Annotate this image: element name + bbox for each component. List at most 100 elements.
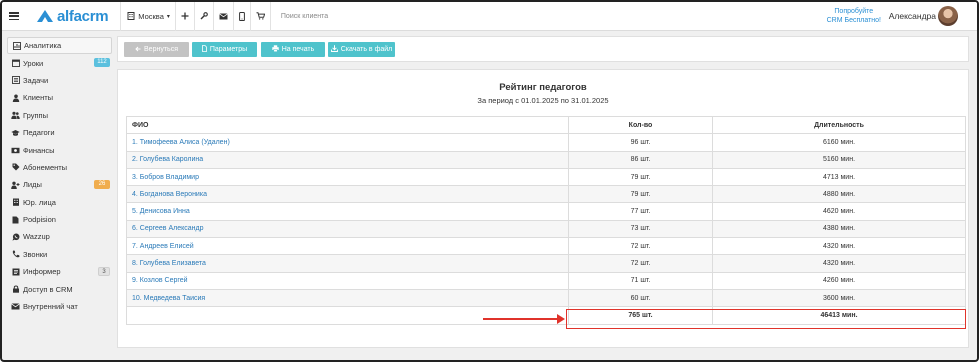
try-line-2: CRM Бесплатно! (826, 17, 881, 24)
teacher-name-link[interactable]: 10. Медведева Таисия (132, 295, 205, 302)
sidebar-item-tasks[interactable]: Задачи (7, 72, 112, 89)
tasks-icon (11, 76, 20, 85)
report-toolbar: Вернуться Параметры На печать Скачать в … (117, 36, 969, 62)
logo-icon (37, 10, 53, 22)
download-file-button[interactable]: Скачать в файл (328, 42, 395, 57)
informer-icon (11, 267, 20, 276)
lesson-count-cell: 72 шт. (568, 237, 713, 256)
try-free-link[interactable]: Попробуйте CRM Бесплатно! (827, 7, 881, 25)
sidebar-item-leads[interactable]: Лиды 26 (7, 176, 112, 193)
teacher-rating-table: ФИО Кол-во Длительность 1. Тимофеева Али… (126, 115, 966, 325)
sidebar-item-wazzup[interactable]: Wazzup (7, 228, 112, 245)
print-button[interactable]: На печать (261, 42, 325, 57)
sidebar-item-label: Podpision (23, 215, 56, 225)
back-button-label: Вернуться (144, 46, 178, 53)
settings-button[interactable] (195, 2, 214, 31)
sidebar-item-label: Группы (23, 110, 48, 120)
sidebar-item-finance[interactable]: Финансы (7, 141, 112, 158)
sidebar-item-label: Звонки (23, 249, 48, 259)
report-period: За период с 01.01.2025 по 31.01.2025 (477, 96, 609, 105)
table-row: 10. Медведева Таисия 60 шт. 3600 мин. (126, 288, 966, 308)
teacher-name-link[interactable]: 7. Андреев Елисей (132, 243, 194, 250)
search-placeholder: Поиск клиента (280, 12, 329, 20)
lesson-count-cell: 79 шт. (568, 185, 713, 204)
client-search-input[interactable]: Поиск клиента (281, 2, 661, 31)
duration-cell: 4713 мин. (712, 167, 966, 187)
duration-cell: 6160 мин. (712, 133, 966, 152)
table-row: 1. Тимофеева Алиса (Удален) 96 шт. 6160 … (126, 133, 966, 152)
sidebar-item-label: Юр. лица (23, 197, 56, 207)
sidebar-item-crm-access[interactable]: Доступ в CRM (7, 280, 112, 297)
sidebar-item-analytics[interactable]: Аналитика (7, 37, 112, 55)
sidebar-item-label: Педагоги (23, 128, 55, 138)
mail-button[interactable] (214, 2, 234, 31)
graduation-cap-icon (11, 128, 20, 137)
user-name[interactable]: Александра (889, 11, 936, 21)
duration-cell: 4320 мин. (712, 237, 966, 256)
sidebar-item-label: Wazzup (23, 232, 50, 242)
column-header-count[interactable]: Кол-во (568, 115, 713, 135)
file-icon (11, 215, 20, 224)
teacher-name-link[interactable]: 1. Тимофеева Алиса (Удален) (132, 139, 230, 146)
sidebar-item-legal-entities[interactable]: Юр. лица (7, 194, 112, 211)
table-row: 2. Голубева Каролина 86 шт. 5160 мин. (126, 150, 966, 169)
teacher-name-link[interactable]: 8. Голубева Елизавета (132, 260, 206, 267)
sidebar-item-label: Внутренний чат (23, 302, 78, 312)
sidebar-item-podpision[interactable]: Podpision (7, 211, 112, 228)
back-button[interactable]: Вернуться (124, 42, 189, 57)
mobile-button[interactable] (234, 2, 251, 31)
top-bar: alfacrm Москва ▾ Поиск клиента Попробуйт… (2, 2, 977, 31)
table-row: 5. Денисова Инна 77 шт. 4620 мин. (126, 202, 966, 221)
branch-select[interactable]: Москва ▾ (120, 2, 176, 31)
table-row: 7. Андреев Елисей 72 шт. 4320 мин. (126, 237, 966, 256)
duration-cell: 4320 мин. (712, 254, 966, 273)
parameters-button[interactable]: Параметры (192, 42, 257, 57)
teacher-name-link[interactable]: 6. Сергеев Александр (132, 225, 204, 232)
teacher-name-link[interactable]: 4. Богданова Вероника (132, 191, 207, 198)
sidebar-item-lessons[interactable]: Уроки 112 (7, 54, 112, 71)
informer-count-badge: 3 (98, 267, 110, 277)
table-row: 3. Бобров Владимир 79 шт. 4713 мин. (126, 167, 966, 187)
lesson-count-cell: 79 шт. (568, 167, 713, 187)
add-button[interactable] (176, 2, 195, 31)
cart-button[interactable] (251, 2, 271, 31)
sidebar-item-teachers[interactable]: Педагоги (7, 124, 112, 141)
lesson-count-cell: 77 шт. (568, 202, 713, 221)
sidebar-item-internal-chat[interactable]: Внутренний чат (7, 298, 112, 315)
column-header-duration[interactable]: Длительность (712, 115, 966, 135)
download-button-label: Скачать в файл (340, 46, 393, 53)
teacher-name-link[interactable]: 3. Бобров Владимир (132, 174, 199, 181)
sidebar-item-subscriptions[interactable]: Абонементы (7, 159, 112, 176)
lesson-count-cell: 60 шт. (568, 288, 713, 308)
teacher-name-link[interactable]: 9. Козлов Сергей (132, 277, 188, 284)
table-header-row: ФИО Кол-во Длительность (126, 115, 966, 135)
branch-name: Москва (138, 11, 164, 21)
print-button-label: На печать (281, 46, 315, 53)
leads-count-badge: 26 (94, 180, 110, 190)
sidebar-item-label: Доступ в CRM (23, 284, 73, 294)
sidebar-item-label: Абонементы (23, 162, 68, 172)
phone-icon (11, 250, 20, 259)
menu-icon[interactable] (9, 12, 19, 20)
sidebar-item-clients[interactable]: Клиенты (7, 89, 112, 106)
duration-cell: 3600 мин. (712, 288, 966, 308)
duration-cell: 4380 мин. (712, 219, 966, 239)
sidebar-item-groups[interactable]: Группы (7, 107, 112, 124)
column-header-name[interactable]: ФИО (126, 115, 569, 135)
wrench-icon (200, 12, 208, 20)
avatar[interactable] (938, 6, 958, 26)
sidebar-item-informer[interactable]: Информер 3 (7, 263, 112, 280)
mobile-icon (238, 11, 245, 21)
envelope-icon (219, 12, 228, 20)
duration-cell: 5160 мин. (712, 150, 966, 169)
sidebar-item-label: Аналитика (24, 41, 62, 51)
lesson-count-cell: 86 шт. (568, 150, 713, 169)
teacher-name-link[interactable]: 5. Денисова Инна (132, 208, 190, 215)
user-icon (11, 93, 20, 102)
lesson-count-cell: 72 шт. (568, 254, 713, 273)
whatsapp-icon (11, 232, 20, 241)
logo[interactable]: alfacrm (37, 2, 109, 31)
plus-icon (181, 12, 189, 20)
teacher-name-link[interactable]: 2. Голубева Каролина (132, 156, 203, 163)
sidebar-item-calls[interactable]: Звонки (7, 246, 112, 263)
